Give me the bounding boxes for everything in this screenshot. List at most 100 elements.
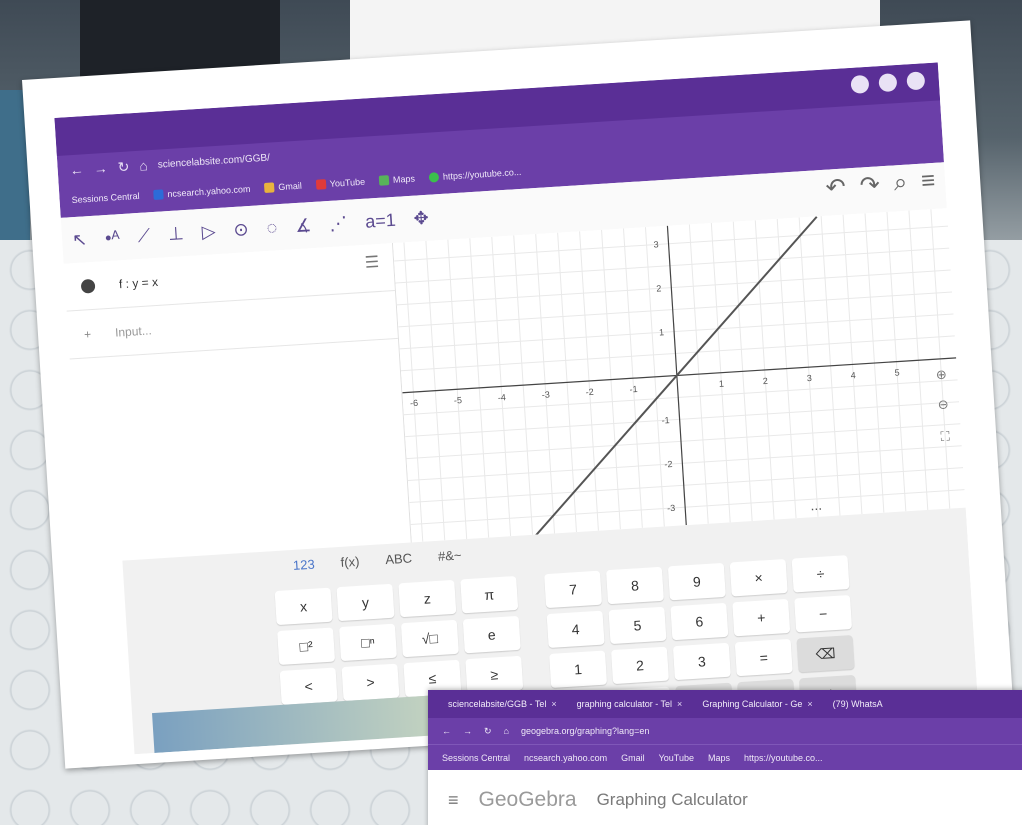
keyboard-key[interactable]: e <box>462 615 521 654</box>
angle-tool-icon[interactable]: ∡ <box>295 215 312 237</box>
keyboard-tab-numbers[interactable]: 123 <box>293 557 316 573</box>
gmail-icon <box>264 182 275 194</box>
reload-icon[interactable]: ↻ <box>484 726 492 737</box>
y-tick-label: -3 <box>667 503 676 513</box>
bookmark-item[interactable]: Gmail <box>621 753 645 763</box>
grid-line <box>409 467 964 504</box>
forward-icon[interactable]: → <box>463 726 472 736</box>
keyboard-tab-letters[interactable]: ABC <box>385 550 413 567</box>
forward-icon[interactable]: → <box>93 160 108 177</box>
keyboard-key[interactable]: z <box>398 579 457 618</box>
keyboard-key[interactable]: 9 <box>667 562 726 601</box>
keyboard-key[interactable]: √□ <box>400 619 459 658</box>
keyboard-key[interactable]: y <box>336 583 395 622</box>
search-icon[interactable]: ⌕ <box>893 169 908 199</box>
reload-icon[interactable]: ↻ <box>117 158 130 176</box>
home-icon[interactable]: ⌂ <box>504 726 509 736</box>
menu-icon[interactable]: ≡ <box>920 167 936 197</box>
keyboard-key[interactable]: 2 <box>610 646 669 685</box>
keyboard-key[interactable]: 6 <box>670 602 729 641</box>
address-bar[interactable]: geogebra.org/graphing?lang=en <box>521 726 649 736</box>
profile-avatar-icon[interactable] <box>906 71 926 91</box>
add-icon[interactable]: + <box>84 327 92 341</box>
second-bookmarks-bar: Sessions Central ncsearch.yahoo.com Gmai… <box>428 744 1022 770</box>
browser-tab[interactable]: sciencelabsite/GGB - Tel × <box>448 699 557 709</box>
bookmark-item[interactable]: https://youtube.co... <box>744 753 823 763</box>
line-tool-icon[interactable]: ⟋ <box>137 225 151 247</box>
keyboard-key[interactable]: □ⁿ <box>338 623 398 662</box>
bookmark-item[interactable]: YouTube <box>659 753 694 763</box>
bookmark-item[interactable]: Maps <box>378 173 416 187</box>
keyboard-tab-functions[interactable]: f(x) <box>340 554 360 570</box>
keyboard-key[interactable]: × <box>729 558 788 597</box>
bookmark-item[interactable]: Sessions Central <box>442 753 510 763</box>
bookmark-item[interactable]: Gmail <box>264 180 302 194</box>
keyboard-key[interactable]: 4 <box>546 610 605 649</box>
move-tool-icon[interactable]: ↖ <box>71 229 87 251</box>
keyboard-key[interactable]: > <box>341 663 400 702</box>
close-tab-icon[interactable]: × <box>677 699 682 709</box>
back-icon[interactable]: ← <box>69 161 84 178</box>
algebra-entry-text: f : y = x <box>118 274 159 291</box>
keyboard-key[interactable]: □² <box>277 627 336 666</box>
circle-center-tool-icon[interactable]: ⊙ <box>233 219 249 241</box>
home-icon[interactable]: ⌂ <box>139 157 148 174</box>
keyboard-key[interactable]: = <box>734 638 793 677</box>
point-tool-icon[interactable]: •ᴬ <box>105 227 121 249</box>
circle-three-points-tool-icon[interactable]: ◌ <box>266 217 278 239</box>
printed-screenshot-sheet: ← → ↻ ⌂ sciencelabsite.com/GGB/ Sessions… <box>22 20 1014 769</box>
keyboard-tab-symbols[interactable]: #&~ <box>437 547 461 563</box>
close-tab-icon[interactable]: × <box>807 699 812 709</box>
keyboard-key[interactable]: 1 <box>549 650 608 688</box>
bookmark-item[interactable]: Sessions Central <box>71 191 140 205</box>
keyboard-key[interactable]: ÷ <box>791 555 850 593</box>
undo-icon[interactable]: ↶ <box>825 173 847 203</box>
keyboard-key[interactable]: < <box>279 667 338 705</box>
hamburger-menu-icon[interactable]: ≡ <box>448 790 459 811</box>
perpendicular-tool-icon[interactable]: ⊥ <box>167 223 184 245</box>
fullscreen-icon[interactable]: ⛶ <box>939 428 951 444</box>
close-tab-icon[interactable]: × <box>551 699 556 709</box>
keyboard-key[interactable]: ⌫ <box>796 634 855 673</box>
more-options-icon[interactable]: ... <box>810 497 823 514</box>
extension-icon[interactable] <box>850 74 870 94</box>
visibility-toggle-icon[interactable] <box>80 278 96 294</box>
bookmark-item[interactable]: YouTube <box>315 176 365 191</box>
address-bar[interactable]: sciencelabsite.com/GGB/ <box>157 152 270 170</box>
bookmark-item[interactable]: ncsearch.yahoo.com <box>524 753 607 763</box>
keyboard-key[interactable]: + <box>732 598 791 637</box>
polygon-tool-icon[interactable]: ▷ <box>201 221 216 243</box>
bookmark-item[interactable]: Maps <box>708 753 730 763</box>
redo-icon[interactable]: ↷ <box>859 170 881 200</box>
back-icon[interactable]: ← <box>442 726 451 736</box>
window-controls <box>850 71 926 94</box>
keyboard-key[interactable]: x <box>274 587 333 626</box>
browser-tab[interactable]: (79) WhatsA <box>833 699 883 709</box>
keyboard-key[interactable]: 7 <box>544 570 603 609</box>
reflect-tool-icon[interactable]: ⋰ <box>329 212 348 234</box>
keyboard-key[interactable]: π <box>460 575 519 614</box>
bookmark-item[interactable]: ncsearch.yahoo.com <box>153 184 251 201</box>
move-graphics-tool-icon[interactable]: ✥ <box>413 207 429 229</box>
keyboard-key[interactable]: 3 <box>672 642 731 681</box>
algebra-view-menu-icon[interactable]: ☰ <box>364 252 380 273</box>
bookmark-item[interactable]: https://youtube.co... <box>428 167 522 183</box>
keyboard-key[interactable]: 5 <box>608 606 667 645</box>
browser-tab-active[interactable]: Graphing Calculator - Ge × <box>702 699 812 709</box>
algebra-input[interactable]: Input... <box>115 323 153 339</box>
x-tick-label: 1 <box>719 379 725 389</box>
keyboard-key[interactable]: ≥ <box>465 655 524 694</box>
y-tick-label: 3 <box>653 239 659 249</box>
graph-canvas[interactable]: -6 -5 -4 -3 -2 -1 1 2 3 4 5 3 2 1 -1 -2 -3 ⊕ ⊖ ⛶ <box>393 208 966 563</box>
browser-tab[interactable]: graphing calculator - Tel × <box>577 699 683 709</box>
second-address-row: ← → ↻ ⌂ geogebra.org/graphing?lang=en <box>428 718 1022 744</box>
keyboard-key[interactable]: 8 <box>605 566 664 605</box>
slider-tool-icon[interactable]: a=1 <box>365 209 397 232</box>
x-tick-label: -6 <box>410 398 419 408</box>
graphics-view[interactable]: -6 -5 -4 -3 -2 -1 1 2 3 4 5 3 2 1 -1 -2 -3 ⊕ ⊖ ⛶ ... <box>392 208 966 563</box>
grid-line <box>398 291 953 328</box>
keyboard-key[interactable]: − <box>794 595 853 633</box>
zoom-out-icon[interactable]: ⊖ <box>937 396 949 412</box>
zoom-in-icon[interactable]: ⊕ <box>935 367 947 383</box>
extension-icon[interactable] <box>878 73 898 93</box>
